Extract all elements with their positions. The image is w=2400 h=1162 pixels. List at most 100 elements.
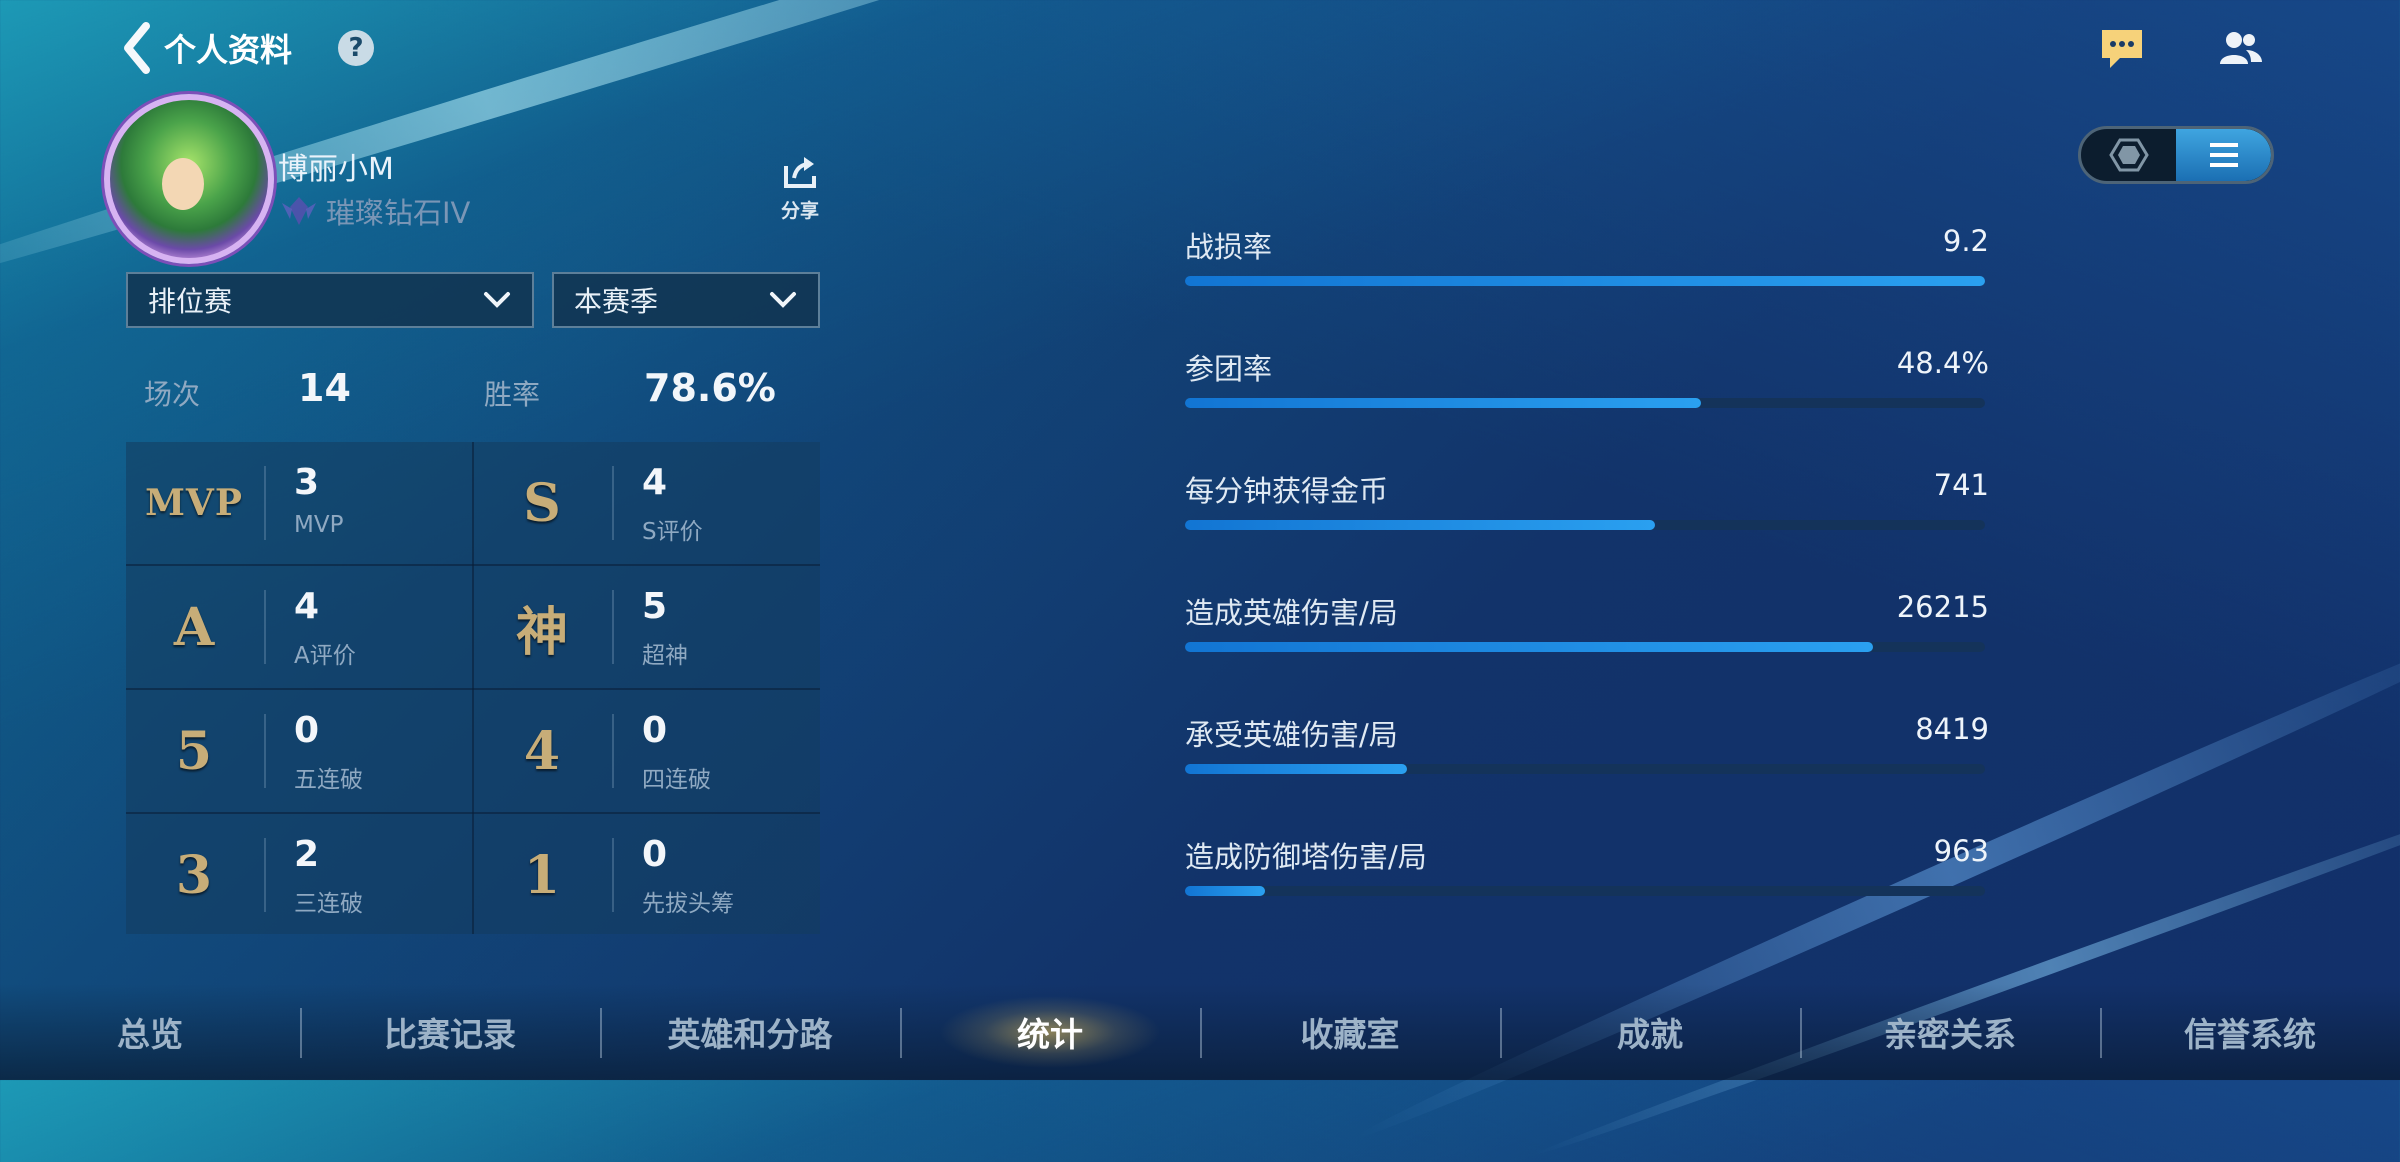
stat-name: 三连破 (294, 891, 363, 917)
stat-name: 五连破 (294, 767, 363, 793)
view-toggle[interactable] (2078, 126, 2274, 184)
tab-match-history[interactable]: 比赛记录 (300, 984, 600, 1080)
divider (612, 590, 614, 664)
metric-track (1185, 398, 1985, 408)
metric-label: 造成防御塔伤害/局 (1185, 840, 1427, 874)
divider (612, 838, 614, 912)
stat-value: 0 (642, 834, 668, 875)
stat-value: 4 (642, 462, 668, 503)
metric-row: 造成防御塔伤害/局 963 (1185, 834, 1989, 904)
metric-value: 8419 (1915, 712, 1989, 746)
tab-overview[interactable]: 总览 (0, 984, 300, 1080)
question-mark-icon[interactable]: ? (338, 30, 374, 66)
stat-cell-penta: 5 0 五连破 (126, 690, 472, 812)
triple-kill-icon: 3 (175, 844, 213, 906)
stat-cell-first-blood: 1 0 先拔头筹 (474, 814, 820, 936)
penta-kill-icon: 5 (175, 720, 213, 782)
grid-line (472, 442, 474, 934)
metric-value: 741 (1933, 468, 1989, 502)
stat-name: 先拔头筹 (642, 891, 734, 917)
tab-statistics[interactable]: 统计 (900, 984, 1200, 1080)
rank-label: 璀璨钻石IV (278, 190, 470, 232)
hexagon-icon (2108, 138, 2149, 172)
season-dropdown-value: 本赛季 (574, 285, 659, 318)
winrate-label: 胜率 (484, 378, 541, 411)
first-blood-icon: 1 (523, 844, 561, 906)
metric-value: 9.2 (1942, 224, 1989, 258)
share-icon (784, 157, 816, 188)
metric-value: 963 (1933, 834, 1989, 868)
tab-collection[interactable]: 收藏室 (1200, 984, 1500, 1080)
games-value: 14 (298, 366, 351, 410)
mvp-icon: MVP (145, 482, 243, 524)
metric-label: 造成英雄伤害/局 (1185, 596, 1398, 630)
metric-fill (1185, 642, 1873, 652)
metric-row: 参团率 48.4% (1185, 346, 1989, 416)
metric-track (1185, 886, 1985, 896)
mode-dropdown-value: 排位赛 (148, 285, 233, 318)
metric-fill (1185, 520, 1656, 530)
metric-label: 参团率 (1185, 352, 1273, 386)
stat-cell-quadra: 4 0 四连破 (474, 690, 820, 812)
page-title: 个人资料 (164, 31, 293, 69)
share-button[interactable]: 分享 (778, 154, 822, 223)
chat-icon[interactable] (2098, 26, 2146, 70)
bottom-tab-bar: 总览 比赛记录 英雄和分路 统计 收藏室 成就 亲密关系 信誉系统 (0, 984, 2400, 1080)
s-grade-icon: S (523, 472, 561, 534)
stat-value: 5 (642, 586, 668, 627)
metric-track (1185, 642, 1985, 652)
stats-grid: MVP 3 MVP S 4 S评价 A 4 A评价 神 5 超神 5 0 五连破… (126, 442, 820, 934)
quadra-kill-icon: 4 (523, 720, 561, 782)
stat-cell-godlike: 神 5 超神 (474, 566, 820, 688)
stat-cell-triple: 3 2 三连破 (126, 814, 472, 936)
stat-cell-mvp: MVP 3 MVP (126, 442, 472, 564)
divider (264, 838, 266, 912)
stat-value: 0 (294, 710, 320, 751)
back-button[interactable]: 个人资料 (118, 18, 292, 78)
tab-heroes-lanes[interactable]: 英雄和分路 (600, 984, 900, 1080)
stat-cell-s: S 4 S评价 (474, 442, 820, 564)
divider (612, 714, 614, 788)
divider (264, 466, 266, 540)
background-light-streak (1530, 772, 2400, 1162)
stat-name: 超神 (642, 643, 688, 669)
metric-value: 26215 (1896, 590, 1989, 624)
stat-name: A评价 (294, 643, 356, 669)
mode-dropdown[interactable]: 排位赛 (126, 272, 534, 328)
diamond-rank-icon (282, 197, 316, 225)
metric-row: 造成英雄伤害/局 26215 (1185, 590, 1989, 660)
stat-value: 4 (294, 586, 320, 627)
divider (264, 590, 266, 664)
list-view-option[interactable] (2176, 129, 2271, 181)
friends-icon[interactable] (2216, 26, 2264, 70)
metric-fill (1185, 886, 1265, 896)
tab-achievements[interactable]: 成就 (1500, 984, 1800, 1080)
back-arrow-icon (124, 22, 150, 74)
metric-track (1185, 764, 1985, 774)
chevron-down-icon (770, 292, 796, 308)
a-grade-icon: A (173, 596, 215, 658)
tab-intimate-relations[interactable]: 亲密关系 (1800, 984, 2100, 1080)
rank-text: 璀璨钻石IV (326, 196, 471, 230)
metric-value: 48.4% (1896, 346, 1989, 380)
metric-row: 承受英雄伤害/局 8419 (1185, 712, 1989, 782)
divider (612, 466, 614, 540)
stat-name: MVP (294, 512, 344, 538)
metric-label: 每分钟获得金币 (1185, 474, 1389, 508)
metric-label: 战损率 (1185, 230, 1273, 264)
metric-fill (1185, 764, 1407, 774)
winrate-value: 78.6% (644, 366, 776, 410)
hexagon-view-option[interactable] (2081, 129, 2176, 181)
metric-row: 战损率 9.2 (1185, 224, 1989, 294)
divider (264, 714, 266, 788)
avatar[interactable] (104, 94, 274, 264)
metric-row: 每分钟获得金币 741 (1185, 468, 1989, 538)
tab-credit-system[interactable]: 信誉系统 (2100, 984, 2400, 1080)
list-icon (2209, 143, 2238, 167)
stat-name: 四连破 (642, 767, 711, 793)
avatar-face (162, 158, 204, 210)
metric-label: 承受英雄伤害/局 (1185, 718, 1398, 752)
season-dropdown[interactable]: 本赛季 (552, 272, 820, 328)
username: 博丽小M (278, 152, 394, 187)
metric-track (1185, 276, 1985, 286)
